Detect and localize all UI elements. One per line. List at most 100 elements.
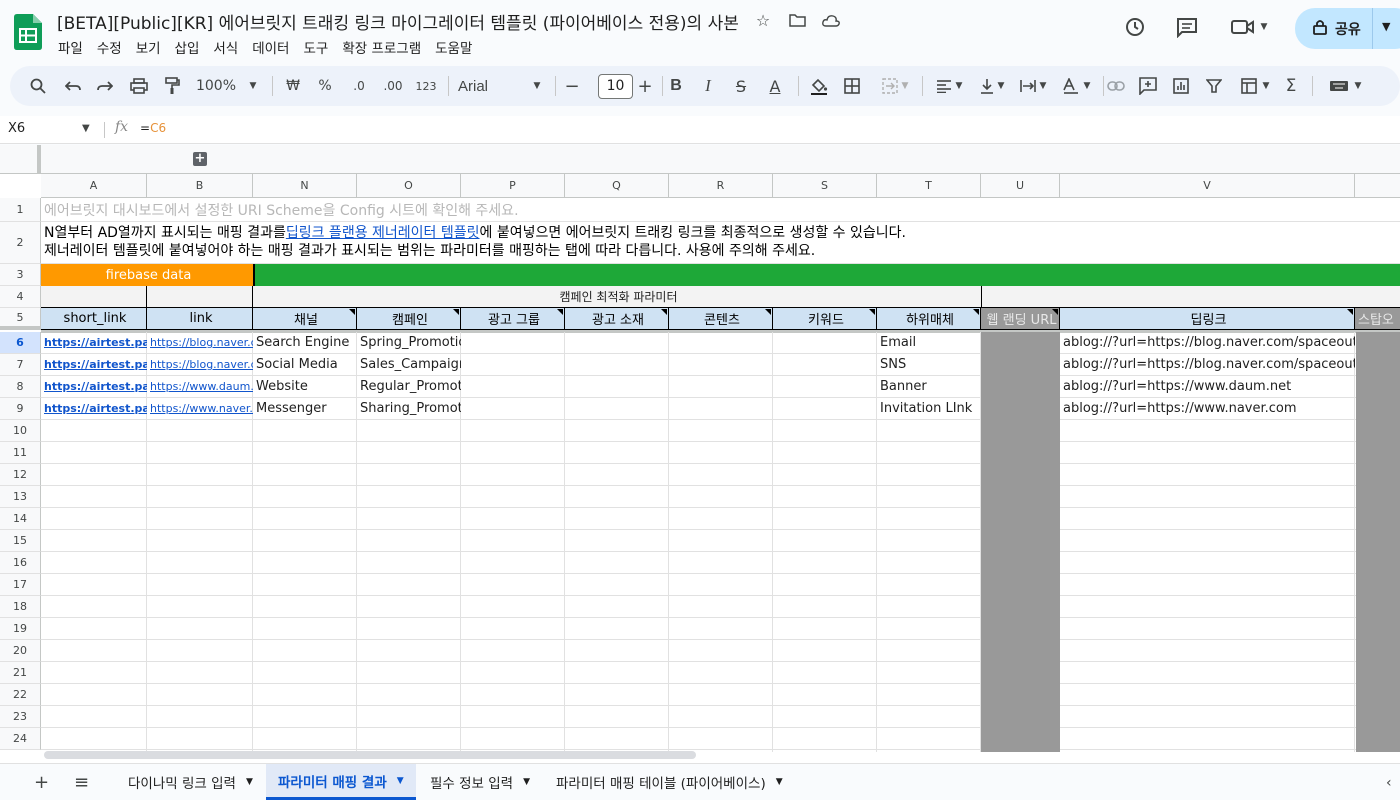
green-section-header[interactable]: [255, 264, 1400, 286]
header-blank-a[interactable]: [41, 286, 147, 308]
star-icon[interactable]: ☆: [752, 9, 774, 31]
tab-dropdown-icon[interactable]: ▼: [246, 777, 253, 787]
zoom-dropdown-icon[interactable]: ▼: [246, 66, 260, 106]
notice-row-2-line-1[interactable]: N열부터 AD열까지 표시되는 매핑 결과를 딥링크 플랜용 제너레이터 템플릿…: [41, 224, 1041, 242]
row-header-4[interactable]: 4: [0, 286, 41, 308]
borders-icon[interactable]: [841, 66, 863, 106]
row-header-22[interactable]: 22: [0, 684, 41, 706]
campaign-cell[interactable]: Spring_Promotion: [357, 332, 461, 353]
row-header-2[interactable]: 2: [0, 222, 41, 264]
expand-group-icon[interactable]: +: [193, 152, 207, 166]
deeplink-cell[interactable]: ablog://?url=https://blog.naver.com/spac…: [1060, 332, 1355, 353]
row-header-9[interactable]: 9: [0, 398, 41, 420]
header-blank-uv[interactable]: [982, 286, 1400, 308]
header-ad-group[interactable]: 광고 그룹: [461, 308, 565, 330]
font-size-input[interactable]: 10: [598, 74, 633, 99]
column-header-B[interactable]: B: [147, 174, 253, 198]
column-header-R[interactable]: R: [669, 174, 773, 198]
italic-button[interactable]: I: [698, 66, 718, 106]
campaign-cell[interactable]: Sales_Campaign: [357, 354, 461, 375]
row-header-23[interactable]: 23: [0, 706, 41, 728]
print-icon[interactable]: [127, 66, 151, 106]
tab-parameter-mapping-table[interactable]: 파라미터 매핑 테이블 (파이어베이스) ▼: [544, 764, 795, 800]
redo-icon[interactable]: [93, 66, 117, 106]
column-header-S[interactable]: S: [773, 174, 877, 198]
history-icon[interactable]: [1120, 12, 1150, 42]
comments-icon[interactable]: [1172, 12, 1202, 42]
tab-required-info-input[interactable]: 필수 정보 입력 ▼: [418, 764, 542, 800]
deeplink-cell[interactable]: ablog://?url=https://blog.naver.com/spac…: [1060, 354, 1355, 375]
text-color-button[interactable]: A: [764, 66, 786, 106]
row-header-24[interactable]: 24: [0, 728, 41, 750]
menu-extensions[interactable]: 확장 프로그램: [335, 35, 428, 59]
all-sheets-icon[interactable]: ≡: [74, 772, 89, 793]
generator-template-link[interactable]: 딥링크 플랜용 제너레이터 템플릿: [286, 224, 480, 242]
link-cell[interactable]: https://www.daum.net: [147, 376, 253, 397]
strikethrough-button[interactable]: S: [731, 66, 751, 106]
name-box-dropdown-icon[interactable]: ▼: [82, 123, 90, 134]
menu-view[interactable]: 보기: [129, 35, 168, 59]
short-link[interactable]: https://airtest.page.link: [44, 336, 147, 349]
header-deeplink[interactable]: 딥링크: [1060, 308, 1355, 330]
row-header-5[interactable]: 5: [0, 308, 41, 330]
channel-cell[interactable]: Search Engine: [253, 332, 357, 353]
increase-font-size-button[interactable]: +: [636, 66, 654, 106]
menu-file[interactable]: 파일: [57, 35, 90, 59]
column-header-P[interactable]: P: [461, 174, 565, 198]
row-header-18[interactable]: 18: [0, 596, 41, 618]
percent-format-button[interactable]: %: [315, 66, 335, 106]
row-header-1[interactable]: 1: [0, 198, 41, 222]
link[interactable]: https://blog.naver.com/spaceoutgi: [150, 336, 253, 349]
column-header-T[interactable]: T: [877, 174, 981, 198]
row-header-17[interactable]: 17: [0, 574, 41, 596]
scroll-tabs-left-icon[interactable]: ‹: [1386, 775, 1392, 791]
meet-video-icon[interactable]: ▼: [1224, 12, 1274, 42]
undo-icon[interactable]: [61, 66, 85, 106]
select-all-corner[interactable]: [0, 145, 41, 174]
row-header-10[interactable]: 10: [0, 420, 41, 442]
column-header-W[interactable]: [1355, 174, 1400, 198]
merge-cells-icon[interactable]: ▼: [876, 66, 914, 106]
insert-link-icon[interactable]: [1105, 66, 1127, 106]
column-header-A[interactable]: A: [41, 174, 147, 198]
notice-row-1[interactable]: 에어브릿지 대시보드에서 설정한 URI Scheme을 Config 시트에 …: [41, 198, 941, 221]
tab-parameter-mapping-result[interactable]: 파라미터 매핑 결과 ▼: [266, 764, 416, 800]
tab-dropdown-icon[interactable]: ▼: [776, 777, 783, 787]
paint-format-icon[interactable]: [160, 66, 184, 106]
menu-data[interactable]: 데이터: [245, 35, 296, 59]
channel-cell[interactable]: Social Media: [253, 354, 357, 375]
sheets-logo-icon[interactable]: [14, 14, 42, 50]
row-header-16[interactable]: 16: [0, 552, 41, 574]
share-dropdown-icon[interactable]: ▼: [1382, 20, 1390, 33]
add-sheet-button[interactable]: +: [34, 772, 49, 793]
menu-format[interactable]: 서식: [206, 35, 245, 59]
short-link[interactable]: https://airtest.page.link: [44, 380, 147, 393]
row-header-15[interactable]: 15: [0, 530, 41, 552]
firebase-data-header[interactable]: firebase data: [41, 264, 253, 286]
share-button[interactable]: 공유 ▼: [1295, 8, 1400, 49]
row-header-3[interactable]: 3: [0, 264, 41, 286]
font-dropdown-icon[interactable]: ▼: [530, 66, 544, 106]
row-header-8[interactable]: 8: [0, 376, 41, 398]
link[interactable]: https://blog.naver.com/spaceoutgi: [150, 358, 253, 371]
header-stop[interactable]: 스탑오: [1355, 308, 1400, 330]
header-web-landing-url[interactable]: 웹 랜딩 URL: [981, 308, 1060, 330]
header-campaign[interactable]: 캠페인: [357, 308, 461, 330]
font-select[interactable]: Arial: [458, 66, 520, 106]
header-keyword[interactable]: 키워드: [773, 308, 877, 330]
row-header-6[interactable]: 6: [0, 332, 41, 354]
horizontal-align-icon[interactable]: ▼: [928, 66, 970, 106]
increase-decimal-button[interactable]: .00: [380, 66, 406, 106]
header-short-link[interactable]: short_link: [41, 308, 147, 330]
text-wrap-icon[interactable]: ▼: [1013, 66, 1053, 106]
row-header-11[interactable]: 11: [0, 442, 41, 464]
deeplink-cell[interactable]: ablog://?url=https://www.naver.com: [1060, 398, 1355, 419]
column-header-U[interactable]: U: [981, 174, 1060, 198]
sub-channel-cell[interactable]: Invitation LInk: [877, 398, 981, 419]
campaign-cell[interactable]: Regular_Promotion: [357, 376, 461, 397]
filter-icon[interactable]: [1203, 66, 1225, 106]
campaign-params-header[interactable]: 캠페인 최적화 파라미터: [253, 286, 982, 308]
name-box[interactable]: X6: [8, 121, 25, 136]
short-link-cell[interactable]: https://airtest.page.link: [41, 332, 147, 353]
short-link[interactable]: https://airtest.page.link: [44, 402, 147, 415]
